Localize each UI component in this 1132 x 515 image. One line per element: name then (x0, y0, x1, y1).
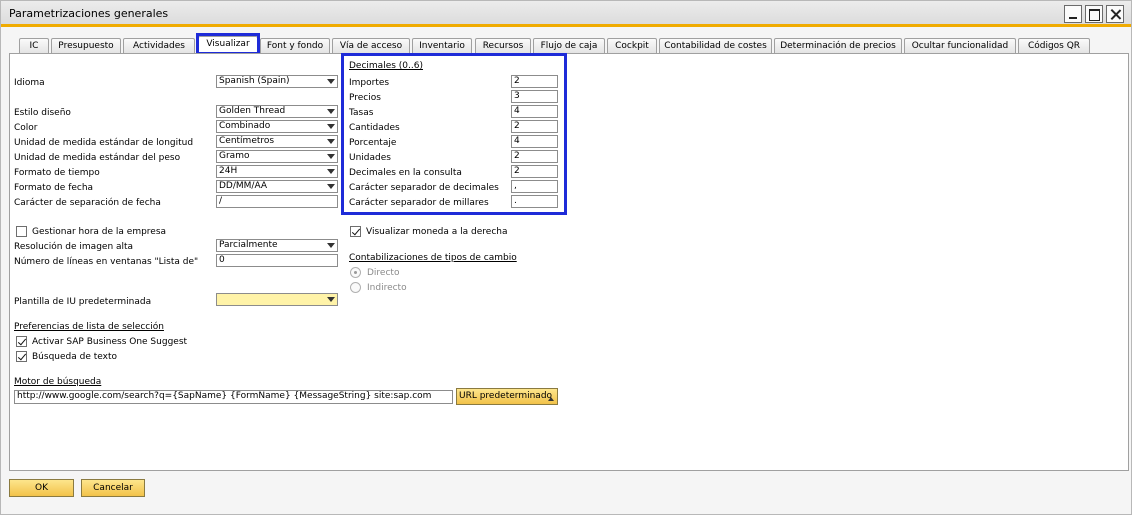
idioma-label: Idioma (14, 78, 45, 88)
tiempo-select[interactable]: 24H (216, 165, 338, 178)
resolucion-select[interactable]: Parcialmente (216, 239, 338, 252)
decimal-input-unidades[interactable]: 2 (511, 150, 558, 163)
decimal-label-sep-decimales: Carácter separador de decimales (349, 183, 499, 193)
tiempo-label: Formato de tiempo (14, 168, 100, 178)
decimal-input-precios[interactable]: 3 (511, 90, 558, 103)
peso-select[interactable]: Gramo (216, 150, 338, 163)
tab-visualizar[interactable]: Visualizar (198, 36, 258, 53)
decimal-label-consulta: Decimales en la consulta (349, 168, 462, 178)
sep-fecha-label: Carácter de separación de fecha (14, 198, 161, 208)
chevron-down-icon (327, 109, 335, 114)
chevron-down-icon (327, 184, 335, 189)
tab-determinacion-de-precios[interactable]: Determinación de precios (774, 38, 902, 53)
fecha-label: Formato de fecha (14, 183, 94, 193)
tab-inventario[interactable]: Inventario (412, 38, 472, 53)
minimize-icon[interactable] (1064, 5, 1082, 23)
lineas-input[interactable]: 0 (216, 254, 338, 267)
tab-via-de-acceso[interactable]: Vía de acceso (332, 38, 410, 53)
arrow-up-icon (548, 397, 554, 401)
decimal-input-porcentaje[interactable]: 4 (511, 135, 558, 148)
cancel-button[interactable]: Cancelar (81, 479, 145, 497)
indirecto-label: Indirecto (367, 283, 407, 293)
lineas-label: Número de líneas en ventanas "Lista de" (14, 257, 199, 267)
decimal-label-porcentaje: Porcentaje (349, 138, 397, 148)
fecha-value: DD/MM/AA (219, 181, 268, 191)
tab-font-y-fondo[interactable]: Font y fondo (260, 38, 330, 53)
chevron-down-icon (327, 154, 335, 159)
plantilla-label: Plantilla de IU predeterminada (14, 297, 152, 307)
decimal-input-consulta[interactable]: 2 (511, 165, 558, 178)
decimal-label-precios: Precios (349, 93, 381, 103)
idioma-value: Spanish (Spain) (219, 76, 290, 86)
color-select[interactable]: Combinado (216, 120, 338, 133)
color-label: Color (14, 123, 38, 133)
sep-fecha-input[interactable]: / (216, 195, 338, 208)
url-predeterminado-label: URL predeterminado (459, 391, 553, 401)
tab-recursos[interactable]: Recursos (475, 38, 531, 53)
tab-contabilidad-de-costes[interactable]: Contabilidad de costes (659, 38, 772, 53)
motor-heading: Motor de búsqueda (14, 377, 102, 387)
gestionar-hora-label: Gestionar hora de la empresa (32, 227, 167, 237)
moneda-derecha-checkbox[interactable] (350, 226, 361, 237)
color-value: Combinado (219, 121, 271, 131)
decimal-input-cantidades[interactable]: 2 (511, 120, 558, 133)
longitud-select[interactable]: Centímetros (216, 135, 338, 148)
indirecto-radio[interactable] (350, 282, 361, 293)
decimal-label-importes: Importes (349, 78, 390, 88)
chevron-down-icon (327, 79, 335, 84)
moneda-derecha-label: Visualizar moneda a la derecha (366, 227, 508, 237)
estilo-value: Golden Thread (219, 106, 286, 116)
settings-window: Parametrizaciones generales IC Presupues… (0, 0, 1132, 515)
estilo-label: Estilo diseño (14, 108, 71, 118)
decimal-label-sep-millares: Carácter separador de millares (349, 198, 489, 208)
tipos-cambio-heading: Contabilizaciones de tipos de cambio (349, 253, 517, 263)
decimal-label-tasas: Tasas (349, 108, 374, 118)
directo-radio[interactable] (350, 267, 361, 278)
suggest-checkbox[interactable] (16, 336, 27, 347)
tab-presupuesto[interactable]: Presupuesto (51, 38, 121, 53)
idioma-select[interactable]: Spanish (Spain) (216, 75, 338, 88)
chevron-down-icon (327, 243, 335, 248)
decimal-input-sep-decimales[interactable]: , (511, 180, 558, 193)
chevron-down-icon (327, 139, 335, 144)
chevron-down-icon (327, 297, 335, 302)
directo-label: Directo (367, 268, 400, 278)
tab-ic[interactable]: IC (19, 38, 49, 53)
close-icon[interactable] (1106, 5, 1124, 23)
decimal-label-cantidades: Cantidades (349, 123, 400, 133)
motor-url-input[interactable]: http://www.google.com/search?q={SapName}… (14, 390, 453, 404)
gestionar-hora-checkbox[interactable] (16, 226, 27, 237)
suggest-label: Activar SAP Business One Suggest (32, 337, 188, 347)
resolucion-label: Resolución de imagen alta (14, 242, 134, 252)
tab-flujo-de-caja[interactable]: Flujo de caja (533, 38, 605, 53)
tab-codigos-qr[interactable]: Códigos QR (1018, 38, 1090, 53)
longitud-label: Unidad de medida estándar de longitud (14, 138, 194, 148)
tiempo-value: 24H (219, 166, 238, 176)
busqueda-checkbox[interactable] (16, 351, 27, 362)
decimal-label-unidades: Unidades (349, 153, 391, 163)
longitud-value: Centímetros (219, 136, 275, 146)
peso-label: Unidad de medida estándar del peso (14, 153, 181, 163)
title-bar: Parametrizaciones generales (1, 1, 1131, 27)
ok-button[interactable]: OK (9, 479, 74, 497)
chevron-down-icon (327, 124, 335, 129)
decimal-input-sep-millares[interactable]: . (511, 195, 558, 208)
tab-cockpit[interactable]: Cockpit (607, 38, 657, 53)
decimal-input-tasas[interactable]: 4 (511, 105, 558, 118)
window-title: Parametrizaciones generales (9, 7, 169, 20)
tab-ocultar-funcionalidad[interactable]: Ocultar funcionalidad (904, 38, 1016, 53)
chevron-down-icon (327, 169, 335, 174)
plantilla-select[interactable] (216, 293, 338, 306)
fecha-select[interactable]: DD/MM/AA (216, 180, 338, 193)
resolucion-value: Parcialmente (219, 240, 278, 250)
preferencias-heading: Preferencias de lista de selección (14, 322, 164, 332)
peso-value: Gramo (219, 151, 250, 161)
url-predeterminado-button[interactable]: URL predeterminado (456, 388, 558, 405)
decimales-heading: Decimales (0..6) (349, 61, 423, 71)
busqueda-label: Búsqueda de texto (32, 352, 117, 362)
maximize-icon[interactable] (1085, 5, 1103, 23)
estilo-select[interactable]: Golden Thread (216, 105, 338, 118)
tab-actividades[interactable]: Actividades (123, 38, 195, 53)
decimal-input-importes[interactable]: 2 (511, 75, 558, 88)
